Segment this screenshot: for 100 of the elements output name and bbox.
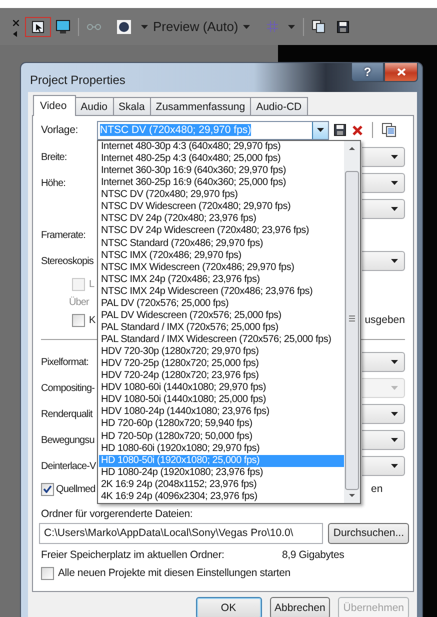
list-item[interactable]: 4K 16:9 24p (4096x2304; 23,976 fps) — [99, 490, 344, 503]
dialog-button[interactable]: OK — [196, 597, 262, 617]
list-item[interactable]: HDV 720-25p (1280x720; 25,000 fps) — [99, 358, 344, 370]
field-label: Pixelformat: — [41, 356, 88, 368]
checkbox-label: K — [89, 314, 96, 326]
list-item[interactable]: HDV 1080-24p (1440x1080; 23,976 fps) — [99, 406, 344, 418]
copy-icon[interactable] — [312, 20, 326, 33]
checkbox-label: Alle neuen Projekte mit diesen Einstellungen starten — [58, 567, 290, 579]
dropdown-field[interactable] — [362, 456, 405, 476]
list-item[interactable]: NTSC IMX (720x486; 29,970 fps) — [99, 250, 344, 262]
close-button[interactable] — [384, 63, 418, 82]
caret-icon — [391, 181, 398, 185]
dropdown-field[interactable] — [362, 173, 405, 193]
list-item[interactable]: HDV 720-30p (1280x720; 29,970 fps) — [99, 346, 344, 358]
checkbox-label: en — [371, 483, 384, 495]
checkbox[interactable] — [41, 566, 54, 580]
dialog-button[interactable]: Abbrechen — [270, 597, 330, 617]
caret-icon — [391, 155, 398, 159]
caret-icon — [391, 207, 398, 211]
caret-icon — [317, 128, 324, 132]
circle-icon[interactable] — [117, 20, 131, 34]
list-item[interactable]: PAL DV (720x576; 25,000 fps) — [99, 298, 344, 310]
caret-icon — [141, 24, 148, 28]
list-item[interactable]: PAL Standard / IMX (720x576; 25,000 fps) — [99, 322, 344, 334]
field-label: Bewegungsu — [41, 434, 94, 446]
list-item[interactable]: HD 1080-60i (1920x1080; 29,970 fps) — [99, 442, 344, 455]
check-icon — [43, 485, 52, 493]
connector-icon[interactable] — [87, 22, 101, 30]
scrollbar[interactable] — [344, 141, 360, 503]
checkbox[interactable] — [72, 314, 85, 326]
dropdown-field[interactable] — [362, 199, 405, 219]
list-item[interactable]: HDV 1080-50i (1440x1080; 25,000 fps) — [99, 394, 344, 406]
pointer-tool-button[interactable] — [25, 16, 51, 36]
dialog-title: Project Properties — [30, 73, 126, 87]
list-item[interactable]: Internet 480-30p 4:3 (640x480; 29,970 fps) — [99, 141, 344, 154]
dropdown-field[interactable] — [362, 352, 405, 372]
caret-icon — [391, 386, 398, 390]
list-item[interactable]: NTSC IMX Widescreen (720x486; 29,970 fps) — [99, 262, 344, 274]
dropdown-field[interactable] — [362, 251, 405, 271]
save-icon[interactable] — [334, 124, 346, 136]
dropdown-field[interactable] — [362, 404, 405, 424]
list-item[interactable]: NTSC DV 24p Widescreen (720x480; 23,976 fps) — [99, 225, 344, 238]
field-label: Compositing- — [41, 382, 95, 394]
list-item[interactable]: Internet 360-30p 16:9 (640x360; 29,970 fps) — [99, 165, 344, 178]
tab[interactable]: Zusammenfassung — [150, 97, 252, 115]
delete-icon[interactable] — [352, 124, 363, 136]
checkbox-label: usgeben — [364, 314, 405, 326]
help-button[interactable]: ? — [351, 63, 384, 82]
list-item[interactable]: Internet 480-25p 4:3 (640x480; 25,000 fps) — [99, 153, 344, 166]
list-item[interactable]: NTSC IMX 24p (720x486; 23,976 fps) — [99, 274, 344, 286]
caret-icon — [391, 438, 398, 442]
list-item[interactable]: HD 1080-24p (1920x1080; 23,976 fps) — [99, 466, 344, 479]
list-item[interactable]: HD 720-60p (1280x720; 59,940 fps) — [99, 418, 344, 430]
tab[interactable]: Audio-CD — [250, 97, 308, 115]
field-label: Framerate: — [41, 230, 86, 240]
caret-icon — [391, 412, 398, 416]
close-icon — [396, 68, 406, 76]
tab[interactable]: Audio — [74, 97, 114, 115]
list-item[interactable]: PAL Standard / IMX Widescreen (720x576; 25,000 fps) — [99, 334, 344, 346]
documents-icon[interactable] — [382, 123, 396, 137]
close-icon[interactable] — [13, 20, 19, 26]
field-label: Vorlage: — [41, 124, 79, 136]
preview-dropdown[interactable]: Preview (Auto) — [141, 19, 250, 34]
left-arrow-icon[interactable] — [13, 31, 17, 37]
free-space-value: 8,9 Gigabytes — [282, 549, 344, 561]
list-item[interactable]: NTSC Standard (720x486; 29,970 fps) — [99, 238, 344, 250]
cursor-window-icon — [32, 20, 44, 32]
field-label: Stereoskopis — [41, 256, 94, 266]
field-label: Breite: — [41, 152, 67, 162]
field-label: Renderqualit — [41, 408, 92, 420]
caret-icon — [391, 464, 398, 468]
list-item[interactable]: NTSC DV Widescreen (720x480; 29,970 fps) — [99, 201, 344, 214]
caret-icon[interactable] — [288, 24, 296, 28]
browse-button[interactable]: Durchsuchen... — [328, 522, 409, 544]
save-icon[interactable] — [337, 20, 350, 32]
checkbox-label: Quellmed — [56, 484, 96, 494]
list-item[interactable]: PAL DV Widescreen (720x576; 25,000 fps) — [99, 310, 344, 322]
list-item[interactable]: HD 720-50p (1280x720; 50,000 fps) — [99, 430, 344, 443]
monitor-icon[interactable] — [56, 20, 70, 34]
list-item[interactable]: 2K 16:9 24p (2048x1152; 23,976 fps) — [99, 478, 344, 491]
list-item[interactable]: Internet 360-25p 16:9 (640x360; 25,000 fps) — [99, 177, 344, 190]
list-item[interactable]: NTSC DV 24p (720x480; 23,976 fps) — [99, 213, 344, 226]
free-space-label: Freier Speicherplatz im aktuellen Ordner: — [41, 549, 226, 561]
dropdown-field[interactable] — [362, 147, 405, 167]
list-item[interactable]: HDV 720-24p (1280x720; 23,976 fps) — [99, 370, 344, 382]
field-label: Höhe: — [41, 178, 66, 188]
tab[interactable]: Video — [33, 95, 76, 116]
field-label: Ordner für vorgerenderte Dateien: — [41, 508, 193, 520]
folder-path-field[interactable]: C:\Users\Marko\AppData\Local\Sony\Vegas Pro\10.0\ — [39, 522, 324, 544]
list-item[interactable]: NTSC IMX 24p Widescreen (720x486; 23,976 fps) — [99, 286, 344, 298]
list-item[interactable]: HDV 1080-60i (1440x1080; 29,970 fps) — [99, 382, 344, 394]
field-label: Über — [69, 296, 89, 308]
dialog-button: Übernehmen — [338, 597, 409, 617]
list-item[interactable]: NTSC DV (720x480; 29,970 fps) — [99, 189, 344, 202]
tab[interactable]: Skala — [112, 97, 151, 115]
caret-icon — [243, 24, 250, 28]
dropdown-field[interactable] — [362, 430, 405, 450]
caret-icon — [391, 259, 398, 263]
checkbox[interactable] — [41, 482, 54, 496]
checkbox-label: L — [89, 278, 94, 290]
